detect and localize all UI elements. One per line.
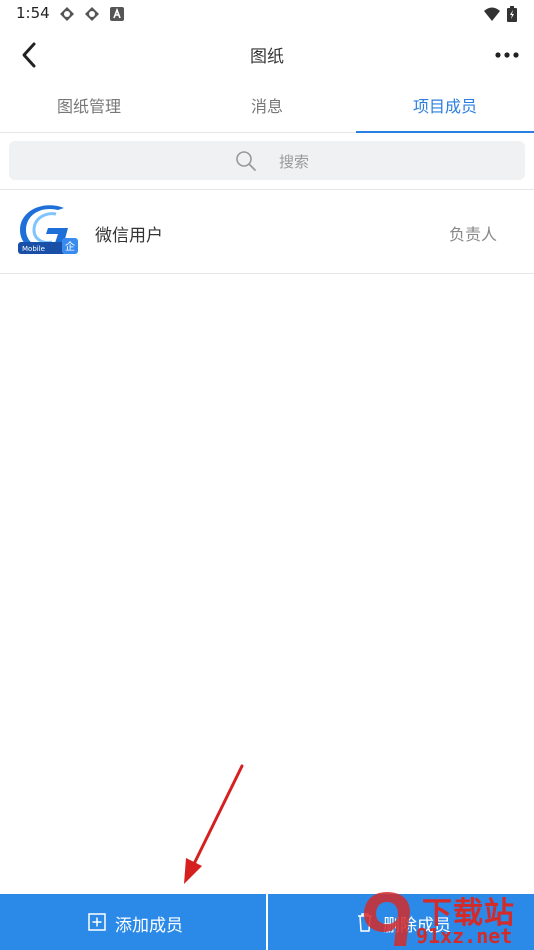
- app-status-icon: [60, 7, 74, 21]
- member-name: 微信用户: [95, 226, 163, 246]
- battery-icon: [507, 6, 517, 22]
- watermark-domain: 91xz.net: [416, 924, 513, 948]
- status-bar: 1:54: [0, 0, 534, 28]
- annotation-arrow-icon: [184, 764, 244, 884]
- tab-bar: 图纸管理 消息 项目成员: [0, 82, 534, 133]
- app-status-icon: [85, 7, 99, 21]
- nav-bar: 图纸: [0, 28, 534, 82]
- search-input[interactable]: 搜索: [9, 141, 525, 180]
- wifi-icon: [484, 7, 500, 21]
- add-member-button[interactable]: 添加成员: [0, 894, 266, 950]
- app-logo-avatar: Mobile 企: [18, 204, 80, 256]
- site-watermark: 下载站 91xz.net: [360, 888, 534, 950]
- more-dots-icon[interactable]: [494, 42, 520, 68]
- member-role: 负责人: [448, 225, 497, 244]
- tab-drawing-management[interactable]: 图纸管理: [0, 82, 178, 132]
- enterprise-badge: 企: [65, 240, 75, 253]
- watermark-logo-icon: [364, 892, 410, 946]
- search-section: 搜索: [0, 132, 534, 190]
- search-placeholder: 搜索: [279, 153, 310, 171]
- add-member-label: 添加成员: [115, 916, 183, 936]
- page-title: 图纸: [250, 47, 284, 67]
- plus-square-icon: [88, 913, 106, 931]
- tab-messages[interactable]: 消息: [178, 82, 356, 132]
- status-time: 1:54: [16, 4, 50, 22]
- tab-project-members[interactable]: 项目成员: [356, 82, 534, 133]
- search-icon: [236, 151, 256, 171]
- member-list-item[interactable]: Mobile 企 微信用户 负责人: [0, 190, 534, 274]
- avatar-text: Mobile: [22, 245, 45, 253]
- text-a-icon: [110, 7, 124, 21]
